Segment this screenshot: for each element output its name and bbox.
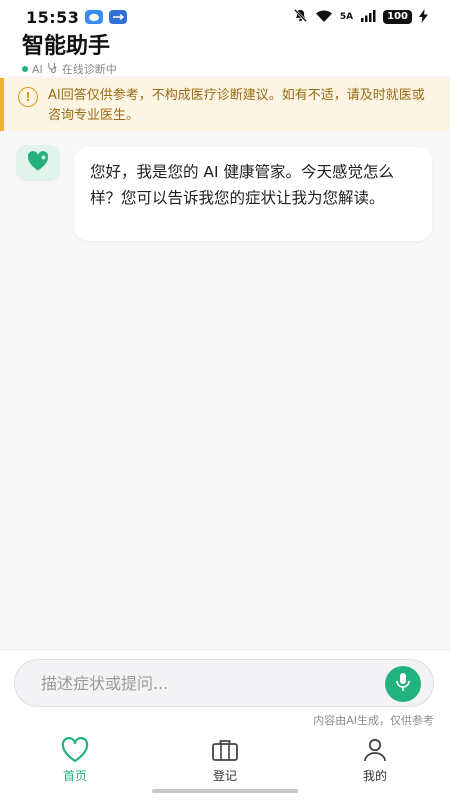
battery-icon: 100 [383, 10, 412, 24]
status-bar: 15:53 5A 100 [0, 0, 450, 34]
message-icon [85, 10, 104, 24]
page-title: 智能助手 [22, 34, 111, 59]
status-icons: 5A 100 [293, 8, 428, 27]
assistant-avatar [16, 145, 60, 181]
warning-icon: ! [18, 87, 38, 107]
briefcase-icon [210, 737, 240, 763]
mute-bell-icon [293, 8, 308, 27]
heart-plus-icon [26, 150, 50, 176]
status-time: 15:53 [26, 7, 80, 27]
disclaimer-banner: ! AI回答仅供参考，不构成医疗诊断建议。如有不适，请及时就医或咨询专业医生。 [0, 78, 450, 131]
wifi-icon [315, 8, 333, 27]
microphone-icon [395, 672, 411, 696]
voice-button[interactable] [385, 666, 421, 702]
input-area: 内容由AI生成，仅供参考 [0, 649, 450, 731]
usb-icon [109, 10, 128, 24]
network-label: 5A [339, 12, 354, 22]
nav-home[interactable]: 首页 [0, 731, 150, 800]
ai-label: AI [32, 62, 43, 76]
assistant-message: 您好，我是您的 AI 健康管家。今天感觉怎么样？您可以告诉我您的症状让我为您解读… [74, 147, 432, 241]
message-input-box[interactable] [14, 659, 434, 707]
signal-icon [360, 8, 376, 27]
nav-profile[interactable]: 我的 [300, 731, 450, 800]
nav-home-label: 首页 [62, 769, 87, 783]
header: 智能助手 AI 在线诊断中 [0, 34, 450, 76]
heart-icon [60, 737, 90, 763]
disclaimer-text: AI回答仅供参考，不构成医疗诊断建议。如有不适，请及时就医或咨询专业医生。 [48, 88, 425, 123]
home-indicator[interactable] [152, 789, 298, 793]
chat-area[interactable]: 您好，我是您的 AI 健康管家。今天感觉怎么样？您可以告诉我您的症状让我为您解读… [0, 131, 450, 649]
nav-register-label: 登记 [212, 769, 237, 783]
charging-icon [419, 8, 428, 27]
assistant-status: AI 在线诊断中 [22, 61, 450, 77]
ai-generated-note: 内容由AI生成，仅供参考 [313, 714, 434, 727]
status-text: 在线诊断中 [61, 63, 117, 76]
user-icon [360, 737, 390, 763]
nav-profile-label: 我的 [362, 769, 387, 783]
online-dot [22, 66, 28, 72]
stethoscope-icon [47, 62, 58, 76]
message-input[interactable] [41, 673, 361, 693]
